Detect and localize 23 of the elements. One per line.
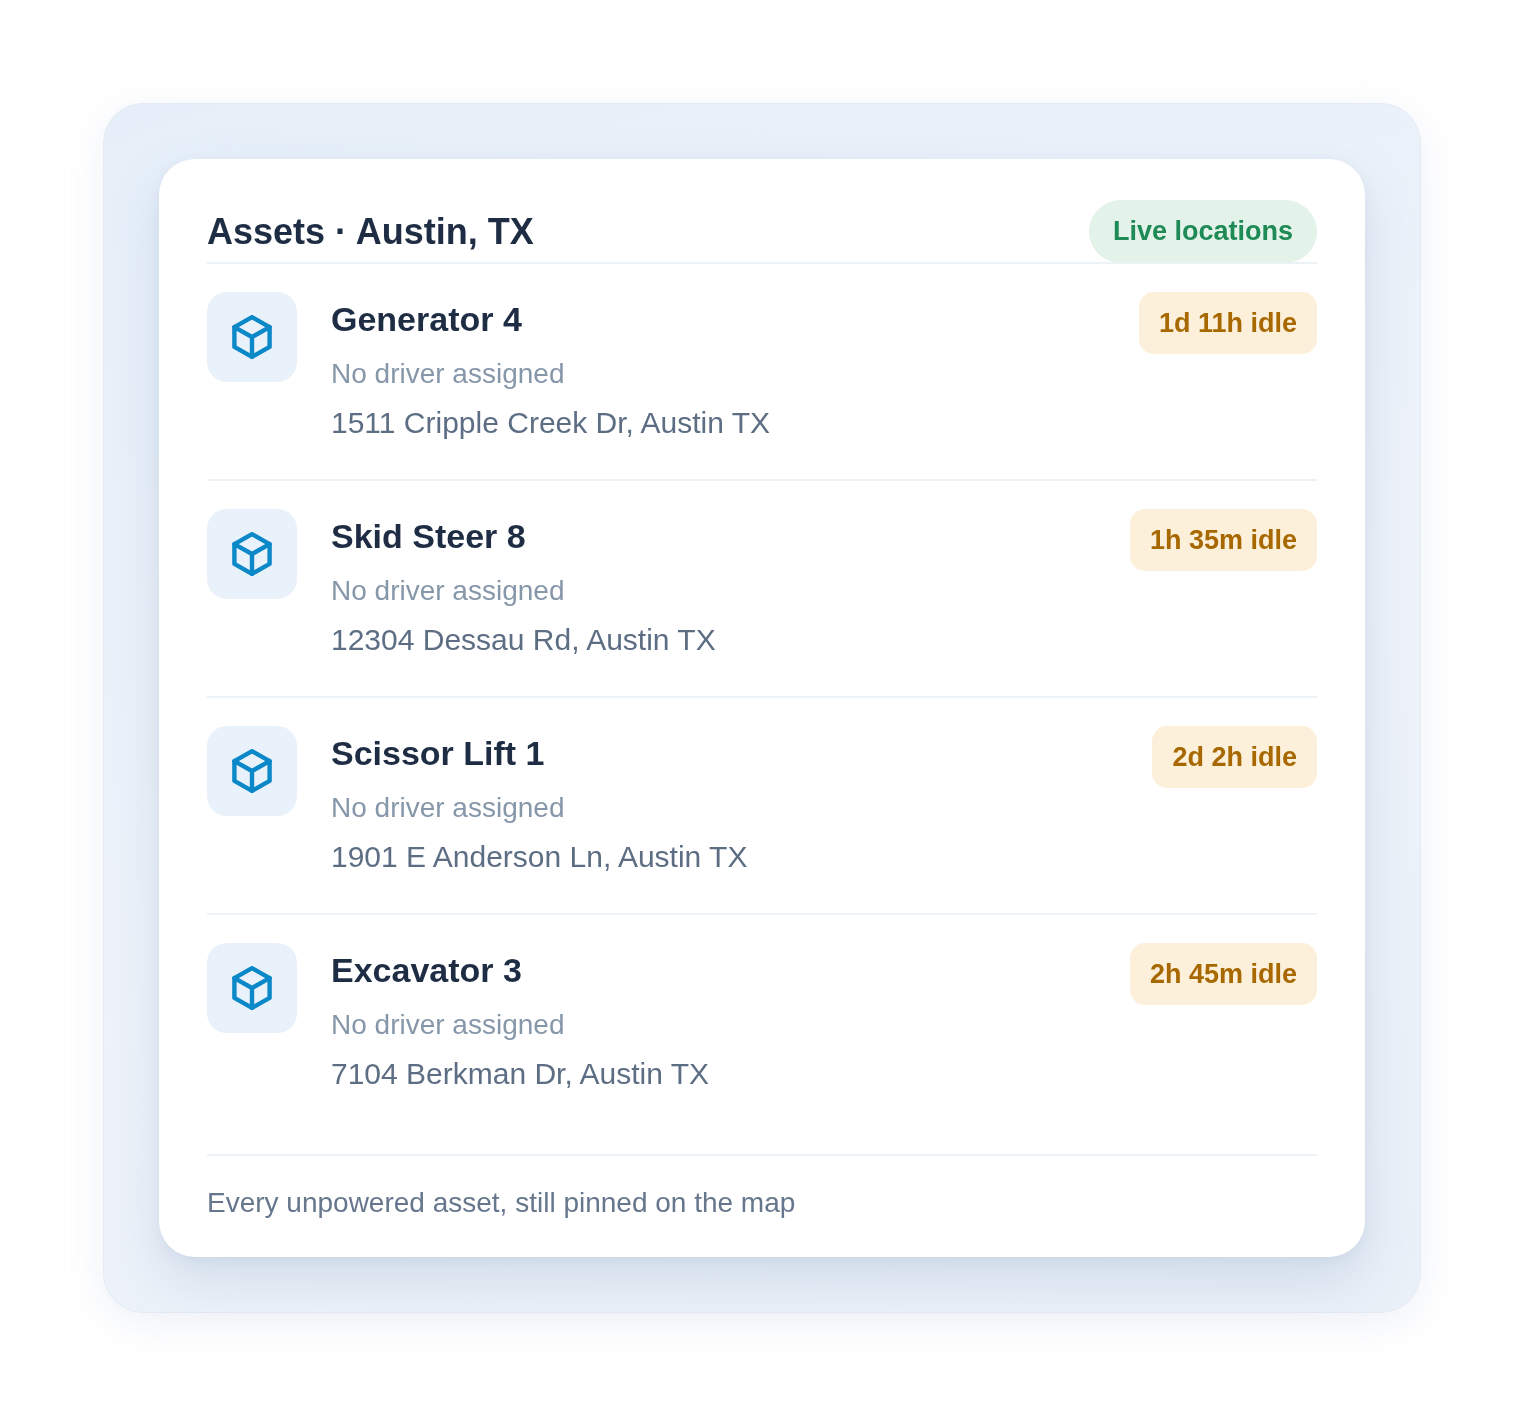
cube-icon [207,509,297,599]
driver-status: No driver assigned [331,1008,566,1042]
asset-address: 1901 E Anderson Ln, Austin TX [331,839,749,875]
footer-note: Every unpowered asset, still pinned on the map [207,1186,797,1220]
cube-icon [207,726,297,816]
driver-status: No driver assigned [331,574,566,608]
idle-time-badge: 2h 45m idle [1129,943,1317,1005]
card-title: Assets · Austin, TX [207,209,534,254]
asset-name: Excavator 3 [331,950,523,990]
asset-address: 7104 Berkman Dr, Austin TX [331,1056,710,1092]
idle-time-badge: 2d 2h idle [1152,726,1317,788]
idle-time-badge: 1d 11h idle [1138,292,1317,354]
driver-status: No driver assigned [331,357,566,391]
asset-name: Generator 4 [331,299,523,339]
asset-name: Scissor Lift 1 [331,733,546,773]
asset-name: Skid Steer 8 [331,516,527,556]
idle-time-badge: 1h 35m idle [1129,509,1317,571]
cube-icon [207,943,297,1033]
live-locations-badge: Live locations [1088,200,1317,263]
driver-status: No driver assigned [331,791,566,825]
cube-icon [207,292,297,382]
asset-address: 12304 Dessau Rd, Austin TX [331,622,717,658]
asset-address: 1511 Cripple Creek Dr, Austin TX [331,405,772,441]
